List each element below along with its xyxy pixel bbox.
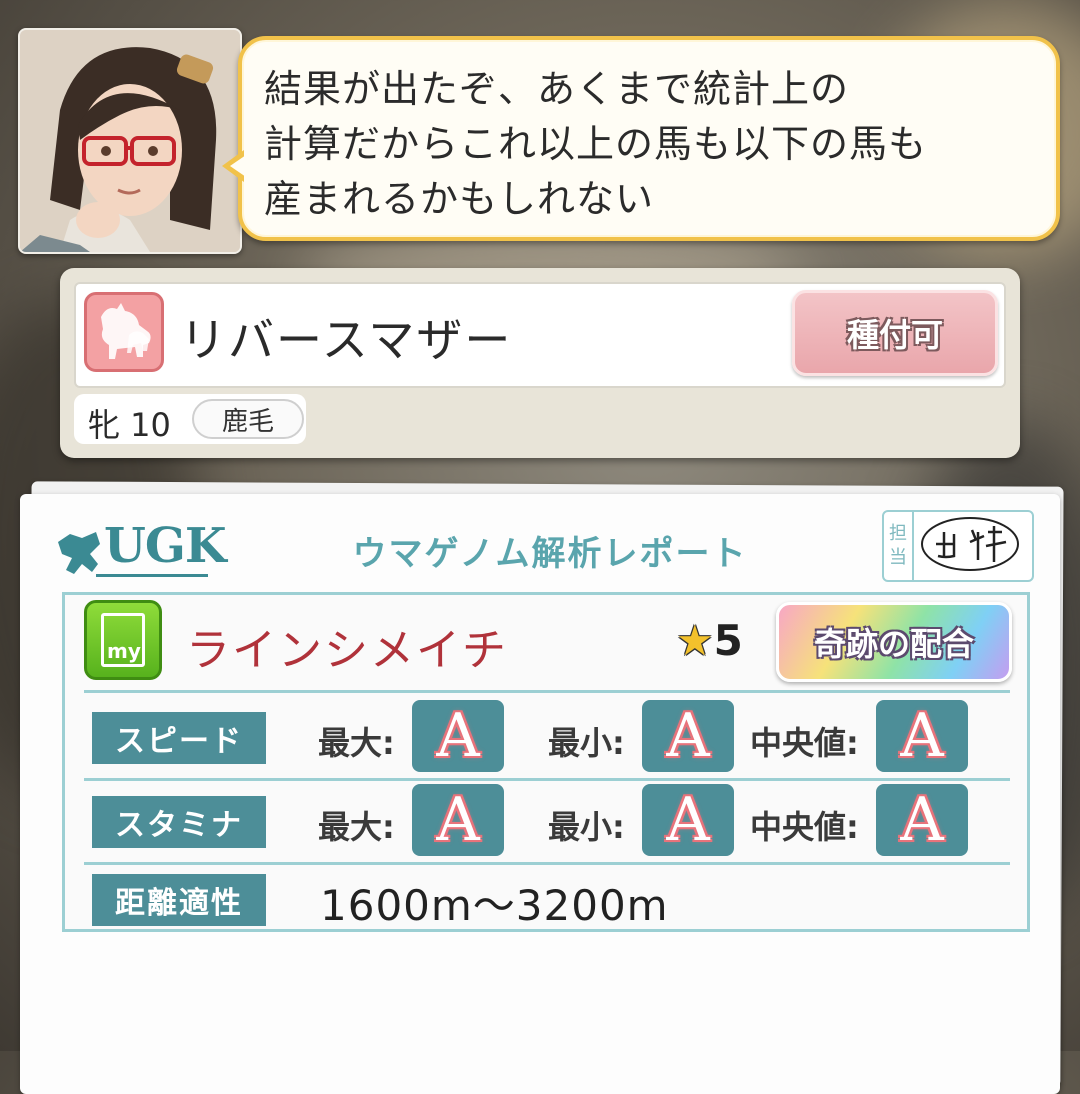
star-rating: ★5 [676,616,743,665]
stamp-box: 担 当 [882,510,1034,582]
speed-label: スピード [92,712,266,764]
miracle-pairing-badge: 奇跡の配合 [776,602,1012,682]
mare-name: リバースマザー [180,313,513,367]
breedable-button[interactable]: 種付可 [792,290,998,376]
stamina-min-label: 最小: [548,808,625,846]
stamina-label: スタミナ [92,796,266,848]
stamp-label: 担 当 [884,512,914,580]
star-count: 5 [713,616,743,665]
stamina-median-grade: A [876,784,968,856]
star-icon: ★ [676,616,714,665]
stamina-max-grade: A [412,784,504,856]
dialogue-line: 計算だからこれ以上の馬も以下の馬も [264,122,928,166]
mare-card: リバースマザー 種付可 牝 10 鹿毛 [60,268,1020,458]
character-portrait [18,28,242,254]
speed-min-label: 最小: [548,724,625,762]
speed-max-grade: A [412,700,504,772]
mare-horse-icon [84,292,164,372]
mare-coat-badge: 鹿毛 [192,399,304,439]
mare-name-row: リバースマザー 種付可 [74,282,1006,388]
speed-max-label: 最大: [318,724,395,762]
mare-sex-age: 牝 10 [88,406,171,444]
distance-label: 距離適性 [92,874,266,926]
dialogue-text: 結果が出たぞ、あくまで統計上の 計算だからこれ以上の馬も以下の馬も 産まれるかも… [264,62,1044,227]
speed-median-grade: A [876,700,968,772]
character-portrait-image [20,30,240,252]
stamina-median-label: 中央値: [750,808,859,846]
my-document-icon[interactable]: my [84,600,162,680]
signature-stamp-icon [921,517,1019,571]
dialogue-line: 産まれるかもしれない [264,177,655,221]
stamina-max-label: 最大: [318,808,395,846]
speed-min-grade: A [642,700,734,772]
stallion-name: ラインシメイチ [186,625,508,676]
distance-value: 1600m〜3200m [320,881,669,930]
stamina-min-grade: A [642,784,734,856]
dialogue-line: 結果が出たぞ、あくまで統計上の [264,67,850,111]
speed-median-label: 中央値: [750,724,859,762]
